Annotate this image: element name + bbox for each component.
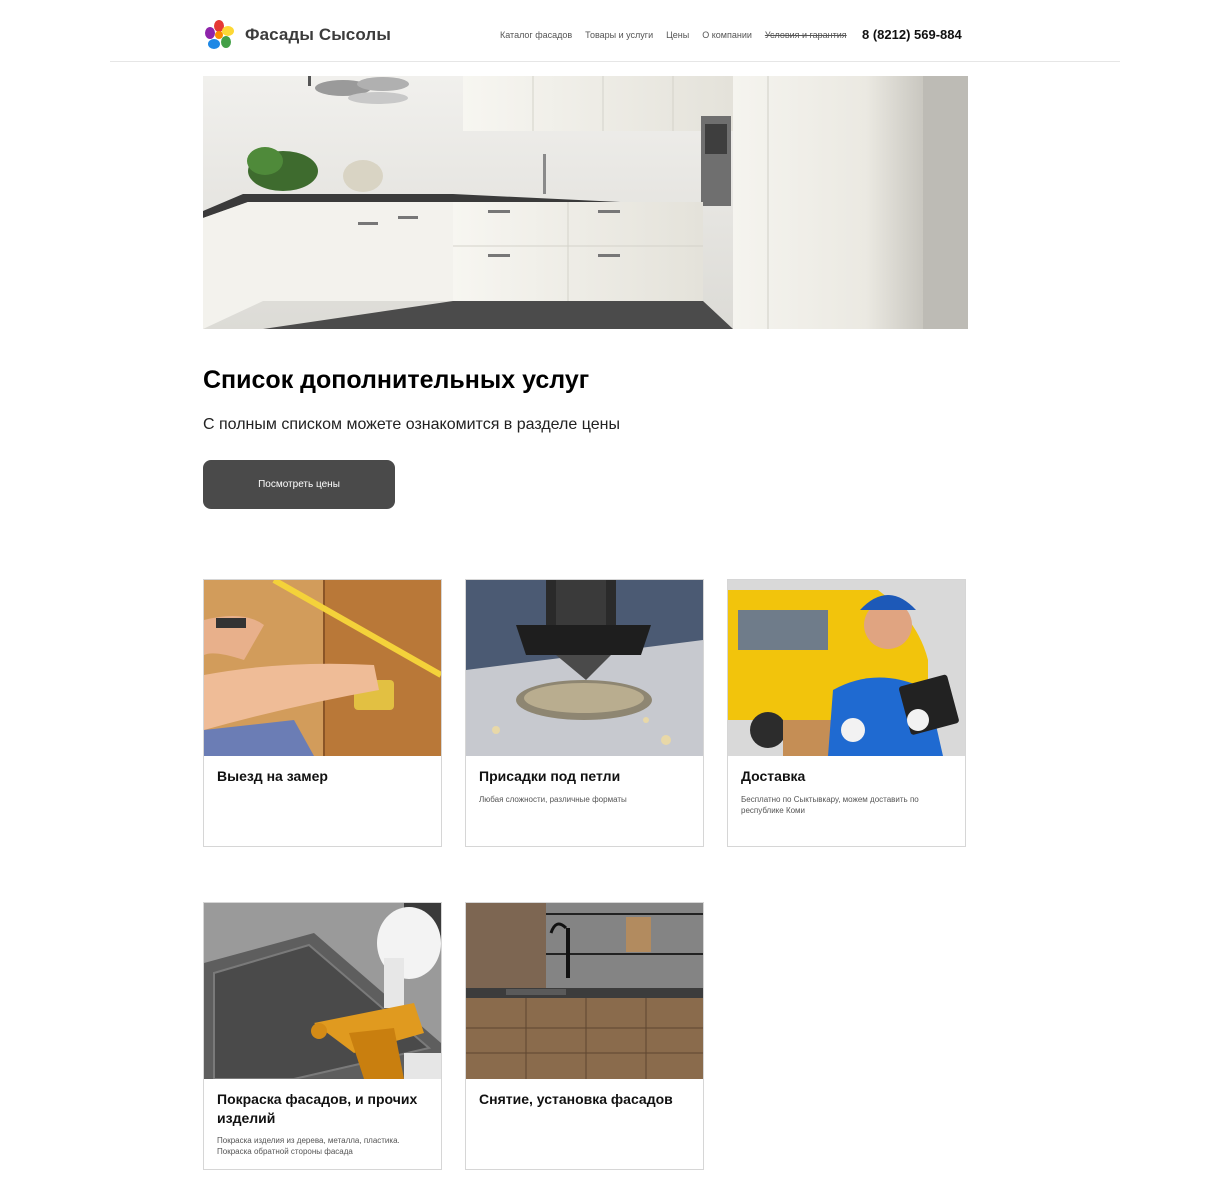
site-header: Фасады Сысолы Каталог фасадов Товары и у…: [0, 0, 1207, 62]
service-card-painting[interactable]: Покраска фасадов, и прочих изделий Покра…: [203, 902, 442, 1170]
header-divider: [110, 61, 1120, 62]
measure-photo: [204, 580, 441, 756]
phone-number[interactable]: 8 (8212) 569-884: [862, 27, 962, 42]
service-card-hinge-drilling[interactable]: Присадки под петли Любая сложности, разл…: [465, 579, 704, 847]
service-card-measure[interactable]: Выезд на замер: [203, 579, 442, 847]
logo[interactable]: Фасады Сысолы: [203, 19, 391, 51]
service-card-delivery[interactable]: Доставка Бесплатно по Сыктывкару, можем …: [727, 579, 966, 847]
nav-prices[interactable]: Цены: [666, 30, 689, 40]
nav-products-services[interactable]: Товары и услуги: [585, 30, 653, 40]
card-title: Доставка: [741, 768, 806, 784]
card-title: Снятие, установка фасадов: [479, 1091, 673, 1107]
service-card-install[interactable]: Снятие, установка фасадов: [465, 902, 704, 1170]
kitchen-install-photo: [466, 903, 703, 1079]
delivery-photo: [728, 580, 965, 756]
card-description: Бесплатно по Сыктывкару, можем доставить…: [741, 795, 919, 815]
page-title: Список дополнительных услуг: [203, 366, 590, 394]
painting-photo: [204, 903, 441, 1079]
nav-about[interactable]: О компании: [702, 30, 752, 40]
card-title: Присадки под петли: [479, 768, 621, 784]
nav-terms[interactable]: Условия и гарантия: [765, 30, 847, 40]
hero-kitchen-image: [203, 76, 968, 329]
view-prices-button[interactable]: Посмотреть цены: [203, 460, 395, 509]
main-nav: Каталог фасадов Товары и услуги Цены О к…: [500, 30, 847, 40]
card-title: Выезд на замер: [217, 768, 328, 784]
card-title: Покраска фасадов, и прочих изделий: [217, 1091, 418, 1126]
card-description: Любая сложности, различные форматы: [479, 795, 627, 804]
card-description: Покраска изделия из дерева, металла, пла…: [217, 1136, 400, 1156]
page-subtitle: С полным списком можете ознакомится в ра…: [203, 416, 620, 433]
flower-logo-icon: [205, 20, 234, 49]
nav-catalog[interactable]: Каталог фасадов: [500, 30, 572, 40]
drilling-photo: [466, 580, 703, 756]
brand-name: Фасады Сысолы: [245, 25, 391, 44]
